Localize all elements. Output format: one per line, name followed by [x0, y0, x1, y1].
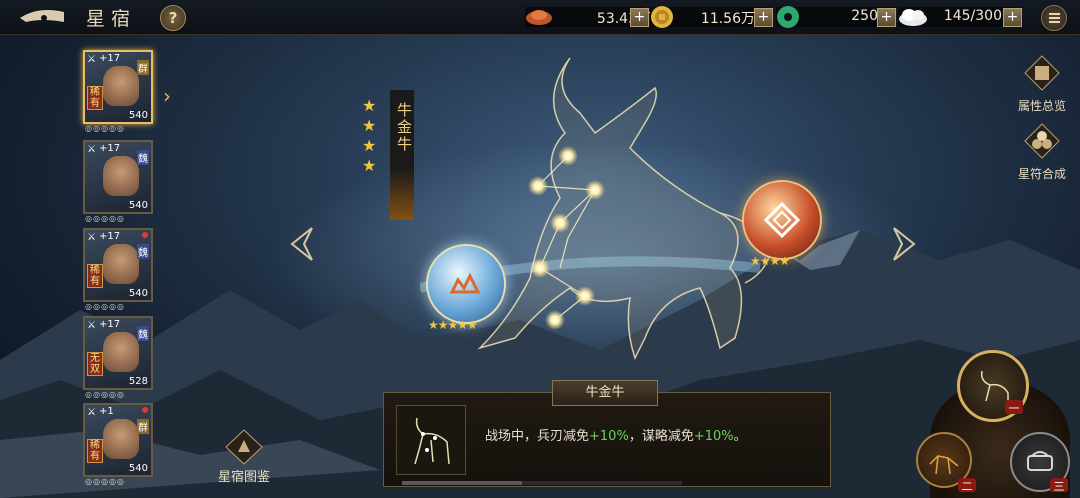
weapon-icon: ⚔: [87, 320, 96, 331]
add-stamina-button[interactable]: +: [1003, 8, 1022, 27]
hero-portrait: [103, 332, 139, 372]
hero-faction: 群: [137, 419, 149, 434]
left-slot-stars: ★★★★★: [428, 318, 478, 332]
diamond-rune-icon: [763, 201, 801, 239]
hero-level: +17: [99, 53, 121, 64]
hero-level: +17: [99, 231, 121, 242]
hero-card[interactable]: ⚔ +17 魏 稀有 540: [83, 228, 153, 302]
hero-star-pips: ◎◎◎◎◎: [85, 477, 125, 486]
hero-star-pips: ◎◎◎◎◎: [85, 390, 125, 399]
right-slot-stars: ★★★★: [750, 254, 790, 268]
jade-value: 250: [851, 8, 878, 24]
weapon-icon: ⚔: [87, 54, 96, 65]
hero-power: 540: [128, 110, 148, 121]
constellation-thumbnail: [396, 405, 466, 475]
hero-portrait: [103, 156, 139, 196]
panel-title: 牛金牛: [552, 380, 658, 406]
star-icon: ★: [362, 156, 377, 175]
coins-value: 11.56万: [700, 11, 755, 27]
hero-power: 540: [128, 288, 148, 299]
constellation-name-banner: 牛金牛: [390, 90, 414, 220]
panel-scrollbar[interactable]: [402, 481, 682, 485]
hero-rarity-tag: 稀有: [87, 264, 103, 288]
desc-prefix: 战场中，兵刃减免: [485, 429, 590, 444]
left-star-slot[interactable]: [426, 244, 506, 324]
hero-faction: 魏: [137, 244, 149, 259]
wheel-label-2: 二: [958, 478, 976, 493]
gold-coin-icon: [651, 6, 673, 28]
hero-faction: 魏: [137, 150, 149, 165]
add-jade-button[interactable]: +: [877, 8, 896, 27]
notification-dot: [142, 407, 148, 413]
hero-level: +17: [99, 143, 121, 154]
resource-copper: 53.43万: [525, 7, 651, 27]
hero-rarity-tag: 无双: [87, 352, 103, 376]
hero-star-pips: ◎◎◎◎◎: [85, 214, 125, 223]
star-synthesis-button[interactable]: 星符合成: [1010, 122, 1074, 182]
hero-portrait: [103, 419, 139, 459]
hero-card[interactable]: ⚔ +1 群 稀有 540: [83, 403, 153, 477]
star-synthesis-label: 星符合成: [1017, 167, 1066, 181]
gallery-icon: [225, 429, 263, 465]
hero-rarity-tag: 稀有: [87, 86, 103, 110]
weapon-icon: ⚔: [87, 144, 96, 155]
hero-power: 540: [128, 200, 148, 211]
hero-portrait: [103, 244, 139, 284]
hero-level: +17: [99, 319, 121, 330]
back-arrow-icon[interactable]: [14, 4, 68, 30]
stamina-value: 145/300: [943, 8, 1002, 24]
hero-faction: 魏: [137, 326, 149, 341]
attributes-overview-label: 属性总览: [1017, 99, 1066, 113]
stamina-icon: [899, 9, 927, 26]
next-constellation-button[interactable]: [890, 224, 920, 273]
desc-mid: ，谋略减免: [628, 429, 694, 444]
constellation-gallery-button[interactable]: 星宿图鉴: [218, 428, 270, 485]
hero-star-pips: ◎◎◎◎◎: [85, 124, 125, 133]
synthesis-icon: [1024, 123, 1060, 159]
hero-rarity-tag: 稀有: [87, 439, 103, 463]
add-coins-button[interactable]: +: [754, 8, 773, 27]
constellation-rating: ★ ★ ★ ★: [362, 96, 376, 176]
star-icon: ★: [362, 116, 377, 135]
jade-icon: [777, 6, 799, 28]
attributes-overview-button[interactable]: 属性总览: [1010, 54, 1074, 114]
hero-star-pips: ◎◎◎◎◎: [85, 302, 125, 311]
add-copper-button[interactable]: +: [630, 8, 649, 27]
hero-level: +1: [99, 406, 114, 417]
constellation-name: 牛金牛: [395, 102, 413, 153]
strategy-reduction-value: +10%: [693, 429, 734, 444]
right-star-slot[interactable]: [742, 180, 822, 260]
hero-card[interactable]: ⚔ +17 魏 540: [83, 140, 153, 214]
hero-faction: 群: [137, 60, 149, 75]
desc-suffix: 。: [733, 429, 747, 444]
wheel-label-1: 一: [1005, 400, 1023, 415]
hero-card[interactable]: ⚔ +17 魏 无双 528: [83, 316, 153, 390]
blade-reduction-value: +10%: [589, 429, 629, 444]
page-title: 星宿: [86, 8, 137, 30]
weapon-icon: ⚔: [87, 232, 96, 243]
hero-card[interactable]: ⚔ +17 群 稀有 540: [83, 50, 153, 124]
hero-power: 528: [128, 376, 148, 387]
hero-list[interactable]: ⚔ +17 群 稀有 540 ◎◎◎◎◎ ⚔ +17 魏 540 ◎◎◎◎◎ ⚔…: [75, 42, 175, 498]
previous-constellation-button[interactable]: [286, 224, 316, 273]
gallery-label: 星宿图鉴: [218, 470, 271, 485]
selected-hero-arrow-icon: ›: [163, 84, 171, 108]
top-bar: 星宿 ? 53.43万 + 11.56万 + 250 + 145/300 +: [0, 0, 1080, 35]
hero-portrait: [103, 66, 139, 106]
notification-dot: [142, 232, 148, 238]
effect-description: 战场中，兵刃减免+10%，谋略减免+10%。: [485, 425, 747, 444]
mountain-rune-icon: [449, 272, 481, 294]
star-icon: ★: [362, 136, 377, 155]
copper-ingot-icon: [526, 10, 552, 25]
scroll-icon: [1024, 55, 1060, 91]
hero-power: 540: [128, 463, 148, 474]
help-button[interactable]: ?: [160, 5, 186, 31]
wheel-label-3: 三: [1050, 478, 1068, 493]
star-icon: ★: [362, 96, 377, 115]
weapon-icon: ⚔: [87, 407, 96, 418]
menu-button[interactable]: [1041, 5, 1067, 31]
